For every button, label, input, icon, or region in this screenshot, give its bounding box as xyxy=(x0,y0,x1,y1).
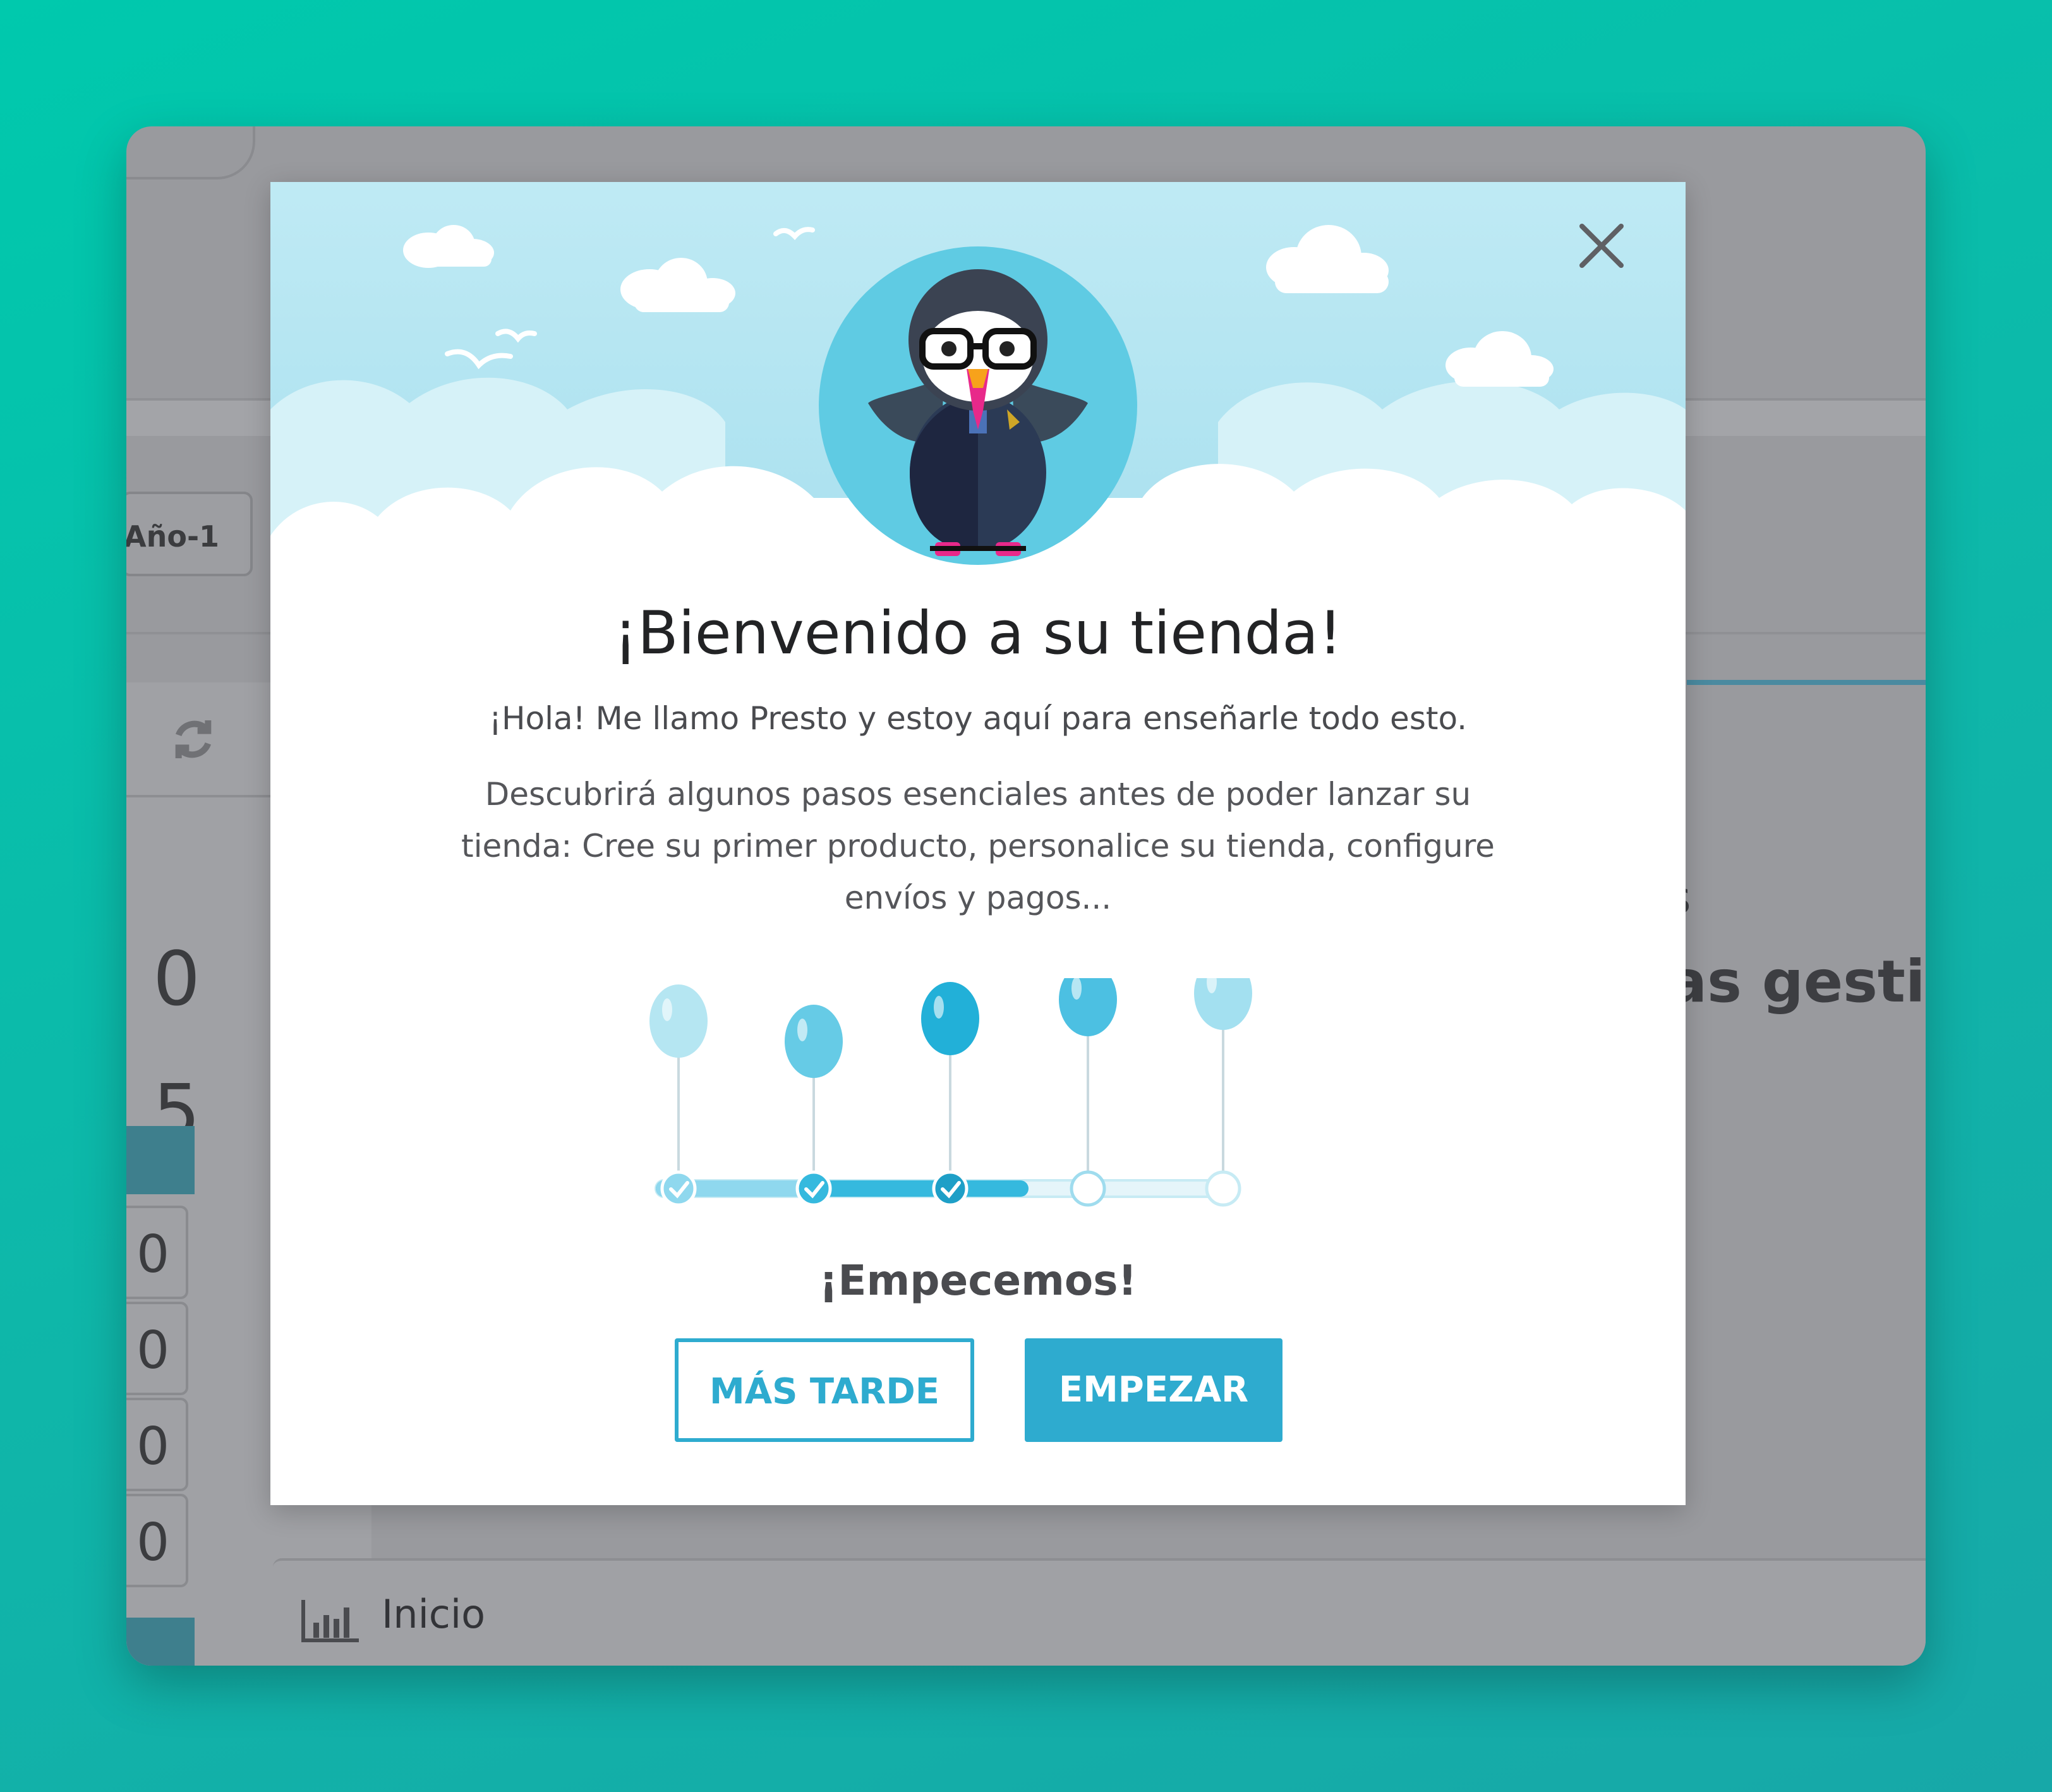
background-accent-line xyxy=(1687,680,1926,685)
background-tab xyxy=(126,126,255,179)
table-cell: 0 xyxy=(126,1494,188,1587)
modal-subtitle: ¡Hola! Me llamo Presto y estoy aquí para… xyxy=(488,700,1468,737)
kpi-value: 0 xyxy=(153,935,201,1022)
table-cell: 0 xyxy=(126,1302,188,1395)
table-cell: 0 xyxy=(126,1398,188,1491)
close-button[interactable] xyxy=(1573,217,1630,274)
kpi-bar xyxy=(126,1126,195,1194)
refresh-icon[interactable] xyxy=(168,714,219,777)
start-button[interactable]: EMPEZAR xyxy=(1025,1338,1282,1442)
modal-description: Descubrirá algunos pasos esenciales ante… xyxy=(461,776,1495,916)
close-icon[interactable] xyxy=(1573,217,1630,274)
call-to-action: ¡Empecemos! xyxy=(819,1256,1137,1305)
welcome-modal: ¡Bienvenido a su tienda! ¡Hola! Me llamo… xyxy=(270,182,1686,1505)
kpi-bar xyxy=(126,1618,195,1666)
background-heading: as gestion xyxy=(1668,948,1926,1015)
year-filter-button[interactable]: Año-1 xyxy=(126,492,253,576)
dashboard-section-title: Inicio xyxy=(382,1591,486,1637)
table-cell: 0 xyxy=(126,1206,188,1299)
bar-chart-icon xyxy=(301,1599,360,1645)
dashboard-section-header xyxy=(273,1558,1926,1666)
modal-title: ¡Bienvenido a su tienda! xyxy=(613,599,1343,668)
later-button[interactable]: MÁS TARDE xyxy=(675,1338,974,1442)
presto-mascot-avatar xyxy=(819,246,1137,565)
